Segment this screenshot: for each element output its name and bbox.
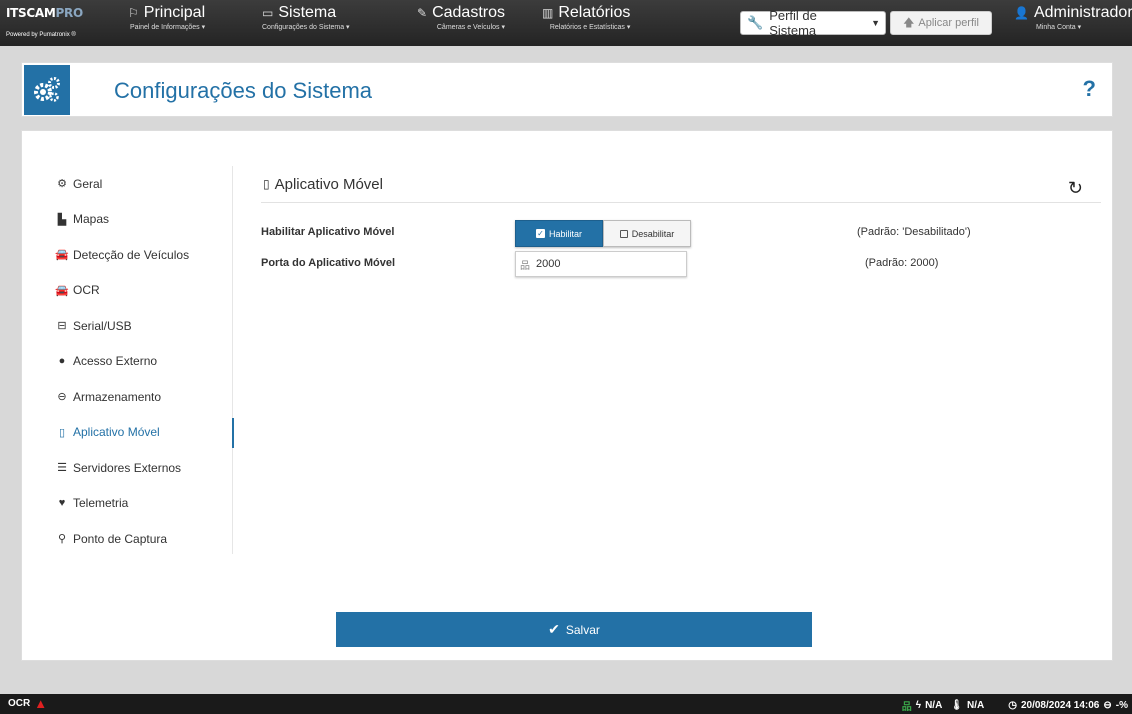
save-button[interactable]: ✔ Salvar [336, 612, 812, 647]
config-panel: ⚙ Geral ▙ Mapas 🚘 Detecção de Veículos 🚘 OCR… [21, 130, 1113, 661]
ocr-status-label: OCR [8, 698, 31, 709]
user-menu[interactable]: 👤 Administrador Minha Conta ▾ [1014, 4, 1132, 42]
sidebar-item-aplicativo-movel[interactable]: ▯ Aplicativo Móvel [55, 415, 234, 451]
sidebar-item-ponto-captura[interactable]: ⚲ Ponto de Captura [55, 521, 232, 557]
apply-profile-button[interactable]: 🡅 Aplicar perfil [890, 11, 992, 35]
gears-icon: ⚙ [57, 178, 67, 191]
sidebar-item-geral[interactable]: ⚙ Geral [55, 166, 232, 202]
enable-label: Habilitar Aplicativo Móvel [261, 226, 395, 238]
edit-icon: ✎ [417, 6, 428, 20]
car-icon: 🚘 [55, 249, 69, 262]
section-title: ▯ Aplicativo Móvel [261, 166, 1101, 203]
gears-icon [24, 65, 70, 115]
sidebar-item-ocr[interactable]: 🚘 OCR [55, 273, 232, 309]
temperature-status: N/A [967, 700, 985, 711]
pin-icon: ⚲ [57, 533, 67, 546]
network-icon: 品 [901, 702, 912, 713]
sidebar-item-telemetria[interactable]: ♥ Telemetria [55, 486, 232, 522]
power-status: N/A [925, 700, 943, 711]
temperature-icon: 🌡 [950, 700, 963, 711]
nav-relatorios[interactable]: ▥ Relatórios Relatórios e Estatísticas ▾ [542, 4, 630, 42]
bar-chart-icon: ▥ [542, 6, 554, 20]
hdd-icon: ⊖ [57, 391, 67, 404]
port-input[interactable]: 品 2000 [515, 251, 687, 277]
nav-sistema[interactable]: ▭ Sistema Configurações do Sistema ▾ [262, 4, 350, 42]
page-header: Configurações do Sistema ? [21, 62, 1113, 117]
logo-text: ITSCAMPRO [6, 6, 83, 20]
checkbox-checked-icon: ✓ [535, 229, 545, 238]
nav-principal[interactable]: ⚐ Principal Painel de Informações ▾ [128, 4, 205, 42]
sidebar-item-acesso-externo[interactable]: ● Acesso Externo [55, 344, 232, 380]
enable-button[interactable]: ✓ Habilitar [515, 220, 603, 247]
datetime: 20/08/2024 14:06 [1020, 700, 1100, 711]
wrench-icon: 🔧 [747, 15, 764, 30]
serial-icon: ⊟ [57, 320, 67, 333]
power-icon: ϟ [915, 700, 922, 711]
reset-icon[interactable]: ↻ [1068, 178, 1083, 199]
checkbox-empty-icon [619, 229, 628, 238]
flag-icon: ⚐ [128, 6, 139, 20]
disk-usage: -% [1115, 700, 1128, 711]
disable-button[interactable]: Desabilitar [603, 220, 691, 247]
map-icon: ▙ [57, 213, 67, 226]
page-title: Configurações do Sistema [114, 78, 373, 103]
clock-icon: ◷ [1008, 700, 1017, 711]
checkmark-icon: ✔ [548, 621, 560, 637]
warning-icon[interactable]: ▲ [34, 697, 47, 710]
itscam-logo[interactable]: ITSCAMPRO Powered by Pumatronix ® [6, 6, 114, 42]
config-sidebar: ⚙ Geral ▙ Mapas 🚘 Detecção de Veículos 🚘 OCR… [55, 166, 234, 557]
status-bar: OCR ▲ 品 ϟ N/A 🌡 N/A ◷ 20/08/2024 14:06 ⊖… [0, 694, 1132, 714]
profile-select[interactable]: 🔧 Perfil de Sistema ▼ [740, 8, 886, 38]
monitor-icon: ▭ [262, 6, 274, 20]
heartbeat-icon: ♥ [58, 497, 66, 510]
server-icon: ☰ [57, 462, 67, 475]
arrow-up-icon: 🡅 [903, 16, 915, 29]
top-navbar: ITSCAMPRO Powered by Pumatronix ® ⚐ Princ… [0, 0, 1132, 46]
sidebar-item-serial[interactable]: ⊟ Serial/USB [55, 308, 232, 344]
hdd-icon: ⊖ [1103, 700, 1112, 711]
enable-row: Habilitar Aplicativo Móvel ✓ Habilitar D… [261, 220, 1101, 247]
car-icon: 🚘 [55, 284, 69, 297]
globe-icon: ● [58, 355, 66, 368]
port-label: Porta do Aplicativo Móvel [261, 257, 396, 269]
logo-powered-by: Powered by Pumatronix ® [6, 32, 76, 38]
status-right: 品 ϟ N/A 🌡 N/A ◷ 20/08/2024 14:06 ⊖ -% [902, 698, 1128, 713]
sitemap-icon: 品 [520, 260, 530, 272]
sidebar-item-deteccao[interactable]: 🚘 Detecção de Veículos [55, 237, 232, 273]
mobile-icon: ▯ [58, 426, 66, 439]
port-default: (Padrão: 2000) [865, 257, 939, 269]
mobile-icon: ▯ [263, 177, 270, 191]
sidebar-item-mapas[interactable]: ▙ Mapas [55, 202, 232, 238]
nav-cadastros[interactable]: ✎ Cadastros Câmeras e Veículos ▾ [417, 4, 505, 42]
port-row: Porta do Aplicativo Móvel 品 2000 (Padrão… [261, 251, 1101, 277]
section-content: ▯ Aplicativo Móvel ↻ Habilitar Aplicativ… [261, 166, 1101, 277]
sidebar-item-servidores[interactable]: ☰ Servidores Externos [55, 450, 232, 486]
chevron-down-icon: ▼ [871, 18, 880, 28]
sidebar-item-armazenamento[interactable]: ⊖ Armazenamento [55, 379, 232, 415]
enable-toggle-group: ✓ Habilitar Desabilitar [515, 220, 691, 247]
status-left: OCR ▲ [8, 697, 47, 710]
user-icon: 👤 [1014, 6, 1029, 20]
help-icon[interactable]: ? [1083, 76, 1096, 102]
enable-default: (Padrão: 'Desabilitado') [857, 226, 971, 238]
